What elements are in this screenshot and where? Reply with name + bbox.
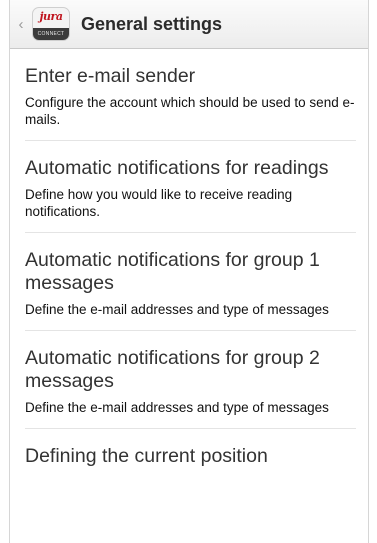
back-chevron-icon[interactable]: ‹ xyxy=(10,16,32,33)
logo-brand-text: jura xyxy=(39,10,63,23)
jura-connect-logo: jura CONNECT xyxy=(32,7,70,41)
setting-title: Automatic notifications for group 2 mess… xyxy=(25,347,320,392)
setting-notifications-readings[interactable]: Automatic notifications for readings Def… xyxy=(25,141,356,233)
setting-current-position[interactable]: Defining the current position xyxy=(25,429,356,486)
logo-sub-text: CONNECT xyxy=(33,28,69,40)
setting-title: Enter e-mail sender xyxy=(25,65,196,87)
setting-description: Configure the account which should be us… xyxy=(25,95,355,127)
setting-title: Defining the current position xyxy=(25,445,268,467)
setting-description: Define the e-mail addresses and type of … xyxy=(25,302,329,317)
setting-title: Automatic notifications for group 1 mess… xyxy=(25,249,320,294)
setting-description: Define the e-mail addresses and type of … xyxy=(25,400,329,415)
setting-email-sender[interactable]: Enter e-mail sender Configure the accoun… xyxy=(25,49,356,141)
settings-screen: ‹ jura CONNECT General settings Enter e-… xyxy=(9,0,369,543)
settings-list: Enter e-mail sender Configure the accoun… xyxy=(10,49,368,486)
setting-notifications-group-1[interactable]: Automatic notifications for group 1 mess… xyxy=(25,233,356,331)
setting-notifications-group-2[interactable]: Automatic notifications for group 2 mess… xyxy=(25,331,356,429)
setting-description: Define how you would like to receive rea… xyxy=(25,187,293,219)
setting-title: Automatic notifications for readings xyxy=(25,157,329,179)
page-title: General settings xyxy=(81,13,223,34)
header-bar: ‹ jura CONNECT General settings xyxy=(10,0,368,49)
